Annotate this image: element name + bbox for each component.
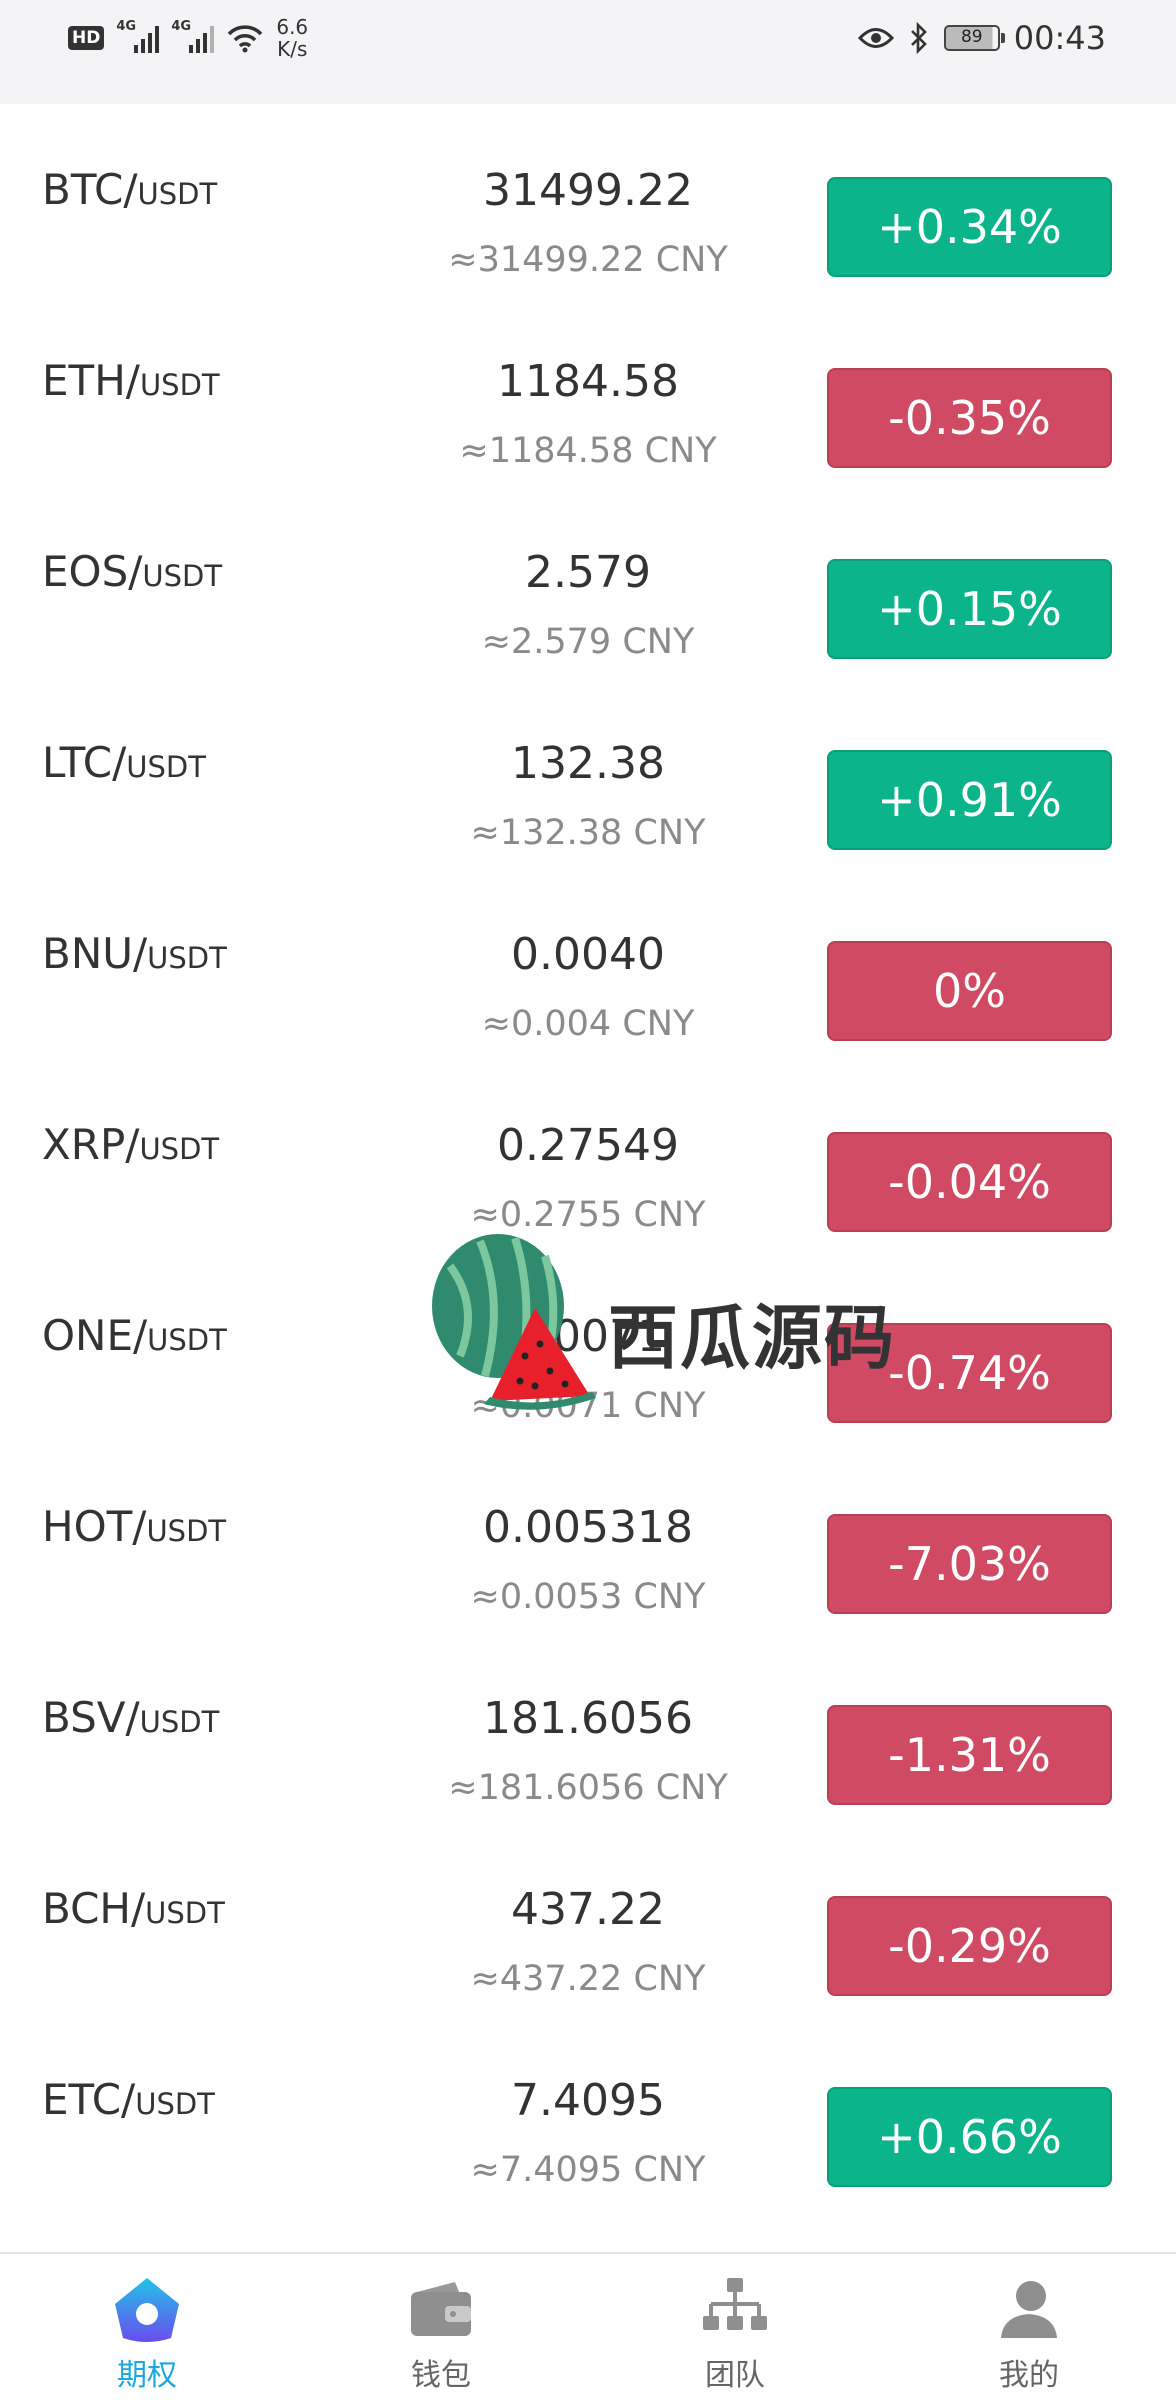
watermark: 西瓜源码: [420, 1226, 894, 1416]
pair-name: XRP/USDT: [42, 1120, 220, 1169]
signal-icon: 4G: [116, 19, 160, 53]
pair-name: EOS/USDT: [42, 547, 223, 596]
pair-name: ONE/USDT: [42, 1311, 227, 1360]
change-badge[interactable]: +0.15%: [827, 559, 1112, 659]
cny-price: ≈132.38 CNY: [470, 813, 706, 853]
cny-price: ≈0.0053 CNY: [470, 1577, 706, 1617]
pair-name: BSV/USDT: [42, 1693, 220, 1742]
home-icon: [111, 2274, 183, 2346]
market-row-xrp[interactable]: XRP/USDT 0.27549 ≈0.2755 CNY -0.04%: [0, 1059, 1176, 1250]
tab-profile[interactable]: 我的: [882, 2254, 1176, 2400]
battery-icon: 89: [943, 25, 1005, 51]
change-badge[interactable]: -1.31%: [827, 1705, 1112, 1805]
market-row-btc[interactable]: BTC/USDT 31499.22 ≈31499.22 CNY +0.34%: [0, 104, 1176, 295]
last-price: 132.38: [511, 738, 665, 789]
network-speed: 6.6 K/s: [276, 16, 308, 60]
last-price: 2.579: [525, 547, 651, 598]
last-price: 181.6056: [483, 1693, 693, 1744]
pair-name: ETH/USDT: [42, 356, 220, 405]
network-speed-unit: K/s: [277, 37, 308, 61]
last-price: 437.22: [511, 1884, 665, 1935]
tab-label: 我的: [999, 2358, 1059, 2393]
pair-name: LTC/USDT: [42, 738, 206, 787]
hd-icon: HD: [68, 26, 105, 50]
clock: 00:43: [1013, 19, 1106, 57]
change-badge[interactable]: -0.04%: [827, 1132, 1112, 1232]
status-bar-left: HD 4G 4G 6.6 K/s: [68, 16, 308, 60]
market-list: BTC/USDT 31499.22 ≈31499.22 CNY +0.34% E…: [0, 104, 1176, 2252]
change-badge[interactable]: +0.34%: [827, 177, 1112, 277]
bottom-tab-bar: 期权 钱包 团队 我的: [0, 2252, 1176, 2400]
market-row-bsv[interactable]: BSV/USDT 181.6056 ≈181.6056 CNY -1.31%: [0, 1632, 1176, 1823]
network-type-label: 4G: [116, 19, 137, 34]
change-badge[interactable]: +0.91%: [827, 750, 1112, 850]
pair-name: BTC/USDT: [42, 165, 218, 214]
tab-label: 钱包: [411, 2358, 471, 2393]
last-price: 0.0040: [511, 929, 665, 980]
market-row-eos[interactable]: EOS/USDT 2.579 ≈2.579 CNY +0.15%: [0, 486, 1176, 677]
change-badge[interactable]: -0.35%: [827, 368, 1112, 468]
eye-icon: [857, 28, 894, 48]
last-price: 31499.22: [483, 165, 693, 216]
tab-label: 团队: [705, 2358, 765, 2393]
tab-options[interactable]: 期权: [0, 2254, 294, 2400]
change-badge[interactable]: -0.29%: [827, 1896, 1112, 1996]
market-row-ltc[interactable]: LTC/USDT 132.38 ≈132.38 CNY +0.91%: [0, 677, 1176, 868]
last-price: 7.4095: [511, 2075, 665, 2126]
cny-price: ≈1184.58 CNY: [459, 431, 717, 471]
cny-price: ≈437.22 CNY: [470, 1959, 706, 1999]
wallet-icon: [405, 2274, 477, 2346]
pair-name: BNU/USDT: [42, 929, 227, 978]
last-price: 0.27549: [497, 1120, 679, 1171]
cny-price: ≈181.6056 CNY: [448, 1768, 728, 1808]
wifi-icon: [228, 25, 263, 53]
profile-icon: [993, 2274, 1065, 2346]
network-type-label: 4G: [171, 19, 192, 34]
tab-wallet[interactable]: 钱包: [294, 2254, 588, 2400]
market-row-etc[interactable]: ETC/USDT 7.4095 ≈7.4095 CNY +0.66%: [0, 2014, 1176, 2205]
market-row-eth[interactable]: ETH/USDT 1184.58 ≈1184.58 CNY -0.35%: [0, 295, 1176, 486]
bluetooth-icon: [910, 22, 927, 54]
change-badge[interactable]: +0.66%: [827, 2087, 1112, 2187]
change-badge[interactable]: 0%: [827, 941, 1112, 1041]
last-price: 1184.58: [497, 356, 679, 407]
pair-name: BCH/USDT: [42, 1884, 225, 1933]
signal-icon: 4G: [171, 19, 215, 53]
market-row-bnu[interactable]: BNU/USDT 0.0040 ≈0.004 CNY 0%: [0, 868, 1176, 1059]
tab-team[interactable]: 团队: [588, 2254, 882, 2400]
team-icon: [699, 2274, 771, 2346]
watermark-text: 西瓜源码: [608, 1297, 896, 1379]
pair-name: HOT/USDT: [42, 1502, 227, 1551]
change-badge[interactable]: -7.03%: [827, 1514, 1112, 1614]
cny-price: ≈2.579 CNY: [481, 622, 695, 662]
cny-price: ≈31499.22 CNY: [448, 240, 728, 280]
market-row-bch[interactable]: BCH/USDT 437.22 ≈437.22 CNY -0.29%: [0, 1823, 1176, 2014]
network-speed-value: 6.6: [276, 15, 309, 39]
cny-price: ≈7.4095 CNY: [470, 2150, 706, 2190]
tab-label: 期权: [117, 2358, 177, 2393]
market-row-hot[interactable]: HOT/USDT 0.005318 ≈0.0053 CNY -7.03%: [0, 1441, 1176, 1632]
watermelon-logo-icon: [432, 1234, 596, 1410]
last-price: 0.005318: [483, 1502, 693, 1553]
cny-price: ≈0.004 CNY: [481, 1004, 695, 1044]
status-bar-right: 89 00:43: [857, 18, 1106, 58]
pair-name: ETC/USDT: [42, 2075, 215, 2124]
status-bar: HD 4G 4G 6.6 K/s 89 00:43: [0, 0, 1176, 104]
